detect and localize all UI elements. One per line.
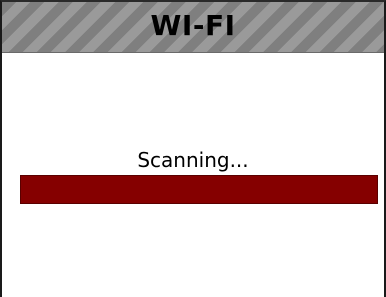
status-label: Scanning...: [137, 148, 249, 172]
scan-progress-bar: [20, 175, 378, 204]
scan-progress-fill: [21, 176, 377, 203]
header-bar: WI-FI: [2, 2, 384, 53]
page-title: WI-FI: [150, 9, 236, 42]
wifi-screen: WI-FI Scanning...: [0, 0, 386, 297]
